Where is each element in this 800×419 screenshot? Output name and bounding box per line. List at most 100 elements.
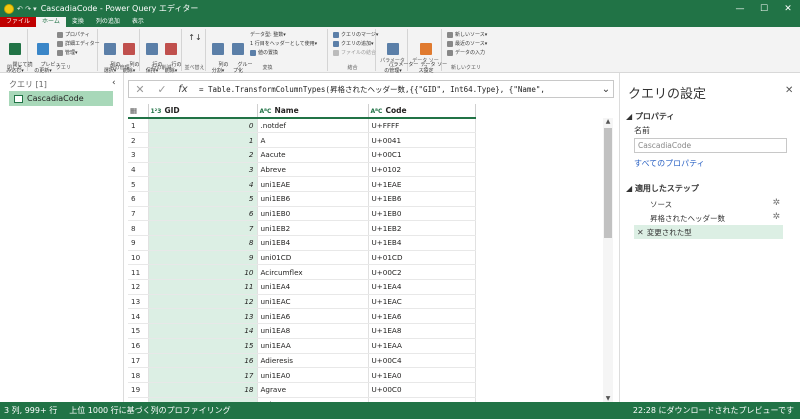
row-number[interactable]: 8 — [128, 220, 149, 236]
table-menu-button[interactable]: ▦ — [128, 104, 149, 119]
row-number[interactable]: 13 — [128, 294, 149, 310]
cell-gid[interactable]: 8 — [148, 235, 258, 251]
text-type-icon[interactable]: AᴮC — [371, 108, 383, 115]
cell-name[interactable]: uni1EA6 — [257, 308, 369, 325]
remove-rows-button[interactable]: 行の 削除▾ — [162, 31, 182, 80]
cell-name[interactable]: Abreve — [257, 162, 369, 178]
cell-name[interactable]: uni1EA8 — [257, 323, 369, 339]
group-by-button[interactable]: グルー プ化 — [228, 31, 253, 80]
tab-file[interactable]: ファイル — [0, 17, 37, 27]
row-number[interactable]: 6 — [128, 191, 149, 207]
int-type-icon[interactable]: 1²3 — [151, 108, 162, 115]
scroll-up-icon[interactable]: ▲ — [603, 118, 613, 125]
cell-name[interactable]: uni1EB6 — [257, 191, 369, 207]
cell-gid[interactable]: 2 — [148, 147, 258, 163]
cell-code[interactable]: U+00C1 — [368, 147, 476, 163]
gear-icon[interactable]: ✲ — [772, 212, 780, 222]
cell-code[interactable]: U+00C4 — [368, 353, 476, 369]
cell-code[interactable]: U+0041 — [368, 132, 476, 148]
cell-gid[interactable]: 7 — [148, 220, 258, 236]
cell-name[interactable]: Adieresis — [257, 353, 369, 369]
tab-transform[interactable]: 変換 — [66, 17, 90, 27]
data-type-dropdown[interactable]: データ型: 整数▾ — [250, 32, 286, 38]
row-number[interactable]: 11 — [128, 264, 149, 281]
column-header-code[interactable]: AᴮC Code — [368, 104, 476, 119]
row-number[interactable]: 12 — [128, 279, 149, 295]
use-first-row-headers-button[interactable]: 1 行目をヘッダーとして使用▾ — [250, 41, 317, 47]
maximize-button[interactable]: ☐ — [752, 0, 776, 17]
all-properties-link[interactable]: すべてのプロパティ — [634, 158, 705, 169]
row-number[interactable]: 4 — [128, 162, 149, 178]
formula-input[interactable]: = Table.TransformColumnTypes(昇格されたヘッダー数,… — [199, 84, 599, 95]
keep-rows-button[interactable]: 行の 保持▾ — [143, 31, 163, 80]
row-number[interactable]: 17 — [128, 353, 149, 369]
cell-name[interactable]: uni01CD — [257, 250, 369, 266]
cell-gid[interactable]: 6 — [148, 206, 258, 222]
row-number[interactable]: 10 — [128, 250, 149, 266]
cell-gid[interactable]: 18 — [148, 382, 258, 398]
cell-name[interactable]: A — [257, 132, 369, 148]
row-number[interactable]: 16 — [128, 338, 149, 354]
row-number[interactable]: 18 — [128, 367, 149, 383]
cell-code[interactable]: U+1EB0 — [368, 206, 476, 222]
commit-formula-button[interactable]: ✓ — [151, 83, 173, 96]
manage-button[interactable]: 管理▾ — [57, 50, 78, 56]
recent-sources-button[interactable]: 最近のソース▾ — [447, 41, 487, 47]
column-header-gid[interactable]: 1²3 GID — [148, 104, 258, 119]
cell-code[interactable]: U+00C0 — [368, 382, 476, 398]
row-number[interactable]: 9 — [128, 235, 149, 251]
cell-code[interactable]: U+0102 — [368, 162, 476, 178]
enter-data-button[interactable]: データの入力 — [447, 50, 485, 56]
cell-gid[interactable]: 14 — [148, 323, 258, 339]
append-queries-button[interactable]: クエリの追加▾ — [333, 41, 374, 47]
row-number[interactable]: 3 — [128, 147, 149, 163]
cell-code[interactable]: U+1EAA — [368, 338, 476, 354]
cell-gid[interactable]: 3 — [148, 162, 258, 178]
step-changed-type[interactable]: ✕ 変更された型 — [634, 225, 783, 239]
minimize-button[interactable]: — — [728, 0, 752, 17]
properties-button[interactable]: プロパティ — [57, 32, 90, 38]
tab-view[interactable]: 表示 — [126, 17, 150, 27]
column-profiling-toggle[interactable]: 上位 1000 行に基づく列のプロファイリング — [69, 405, 230, 416]
cell-code[interactable]: U+1EB4 — [368, 235, 476, 251]
cell-code[interactable]: U+1EAE — [368, 176, 476, 192]
advanced-editor-button[interactable]: 詳細エディター — [57, 41, 100, 47]
quick-access-toolbar[interactable]: ↶ ↷ ▾ — [17, 5, 37, 13]
cell-code[interactable]: U+FFFF — [368, 118, 476, 134]
text-type-icon[interactable]: AᴮC — [260, 108, 272, 115]
new-source-button[interactable]: 新しいソース▾ — [447, 32, 487, 38]
cell-code[interactable]: U+1EA0 — [368, 367, 476, 383]
cell-name[interactable]: uni1EAA — [257, 338, 369, 354]
cell-code[interactable]: U+00C2 — [368, 264, 476, 281]
applied-steps-header[interactable]: ◢ 適用したステップ — [626, 183, 699, 194]
cell-code[interactable]: U+01CD — [368, 250, 476, 266]
tab-add-column[interactable]: 列の追加 — [90, 17, 126, 27]
cell-name[interactable]: uni1EA0 — [257, 367, 369, 383]
fx-icon[interactable]: fx — [173, 84, 193, 95]
combine-files-button[interactable]: ファイルの結合 — [333, 50, 376, 56]
row-number[interactable]: 7 — [128, 206, 149, 222]
cell-name[interactable]: uni1EA4 — [257, 279, 369, 295]
cell-code[interactable]: U+1EB6 — [368, 191, 476, 207]
cell-name[interactable]: Aacute — [257, 147, 369, 163]
replace-values-button[interactable]: 値の置換 — [250, 50, 278, 56]
cell-name[interactable]: uni1EB0 — [257, 206, 369, 222]
cancel-formula-button[interactable]: ✕ — [129, 83, 151, 96]
cell-name[interactable]: Agrave — [257, 382, 369, 398]
cell-name[interactable]: uni1EAE — [257, 176, 369, 192]
cell-gid[interactable]: 5 — [148, 191, 258, 207]
step-source[interactable]: ソース ✲ — [634, 197, 783, 211]
close-settings-button[interactable]: ✕ — [785, 85, 793, 96]
query-item-cascadiacode[interactable]: CascadiaCode — [9, 91, 113, 106]
cell-gid[interactable]: 12 — [148, 294, 258, 310]
data-source-settings-button[interactable]: データ ソー ス設定 — [411, 31, 447, 80]
merge-queries-button[interactable]: クエリのマージ▾ — [333, 32, 378, 38]
query-name-input[interactable]: CascadiaCode — [634, 138, 787, 153]
cell-code[interactable]: U+1EAC — [368, 294, 476, 310]
cell-name[interactable]: uni1EB4 — [257, 235, 369, 251]
cell-gid[interactable]: 15 — [148, 338, 258, 354]
vertical-scrollbar[interactable]: ▲ ▼ — [603, 118, 613, 402]
scroll-down-icon[interactable]: ▼ — [603, 395, 613, 402]
cell-name[interactable]: .notdef — [257, 118, 369, 134]
cell-name[interactable]: uni1EB2 — [257, 220, 369, 236]
